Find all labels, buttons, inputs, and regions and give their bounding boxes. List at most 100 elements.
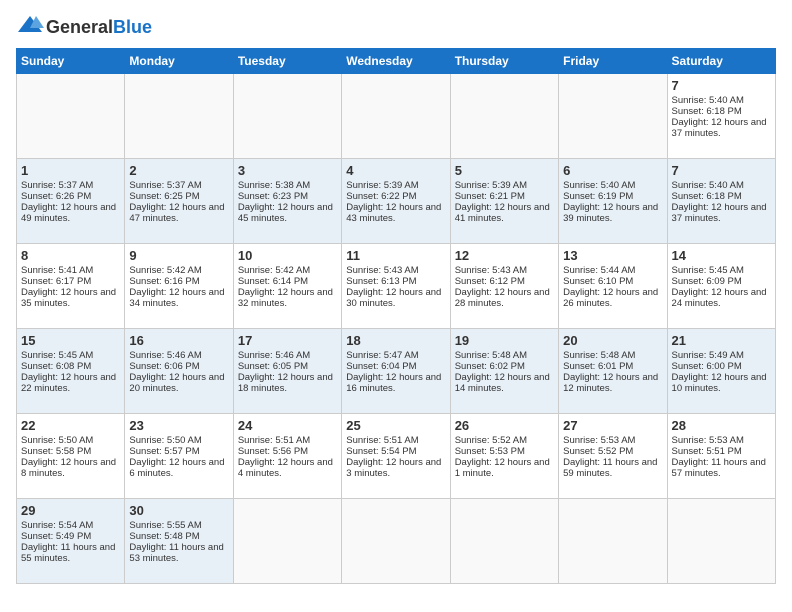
sunrise-text: Sunrise: 5:53 AM <box>563 435 662 446</box>
daylight-text: Daylight: 12 hours and 41 minutes. <box>455 202 554 224</box>
day-number: 28 <box>672 418 771 433</box>
calendar-cell <box>450 499 558 584</box>
day-number: 2 <box>129 163 228 178</box>
sunset-text: Sunset: 6:18 PM <box>672 106 771 117</box>
sunrise-text: Sunrise: 5:46 AM <box>129 350 228 361</box>
sunrise-text: Sunrise: 5:42 AM <box>129 265 228 276</box>
sunrise-text: Sunrise: 5:41 AM <box>21 265 120 276</box>
sunrise-text: Sunrise: 5:45 AM <box>672 265 771 276</box>
calendar-cell: 27Sunrise: 5:53 AMSunset: 5:52 PMDayligh… <box>559 414 667 499</box>
calendar-table: SundayMondayTuesdayWednesdayThursdayFrid… <box>16 48 776 584</box>
sunset-text: Sunset: 6:09 PM <box>672 276 771 287</box>
daylight-text: Daylight: 12 hours and 30 minutes. <box>346 287 445 309</box>
day-number: 18 <box>346 333 445 348</box>
calendar-cell: 29Sunrise: 5:54 AMSunset: 5:49 PMDayligh… <box>17 499 125 584</box>
daylight-text: Daylight: 12 hours and 26 minutes. <box>563 287 662 309</box>
sunset-text: Sunset: 6:23 PM <box>238 191 337 202</box>
sunset-text: Sunset: 6:14 PM <box>238 276 337 287</box>
sunset-text: Sunset: 6:00 PM <box>672 361 771 372</box>
calendar-cell: 12Sunrise: 5:43 AMSunset: 6:12 PMDayligh… <box>450 244 558 329</box>
day-number: 8 <box>21 248 120 263</box>
calendar-cell: 18Sunrise: 5:47 AMSunset: 6:04 PMDayligh… <box>342 329 450 414</box>
col-header-sunday: Sunday <box>17 49 125 74</box>
sunset-text: Sunset: 6:16 PM <box>129 276 228 287</box>
col-header-saturday: Saturday <box>667 49 775 74</box>
calendar-cell: 28Sunrise: 5:53 AMSunset: 5:51 PMDayligh… <box>667 414 775 499</box>
daylight-text: Daylight: 12 hours and 32 minutes. <box>238 287 337 309</box>
day-number: 1 <box>21 163 120 178</box>
daylight-text: Daylight: 12 hours and 6 minutes. <box>129 457 228 479</box>
calendar-cell: 1Sunrise: 5:37 AMSunset: 6:26 PMDaylight… <box>17 159 125 244</box>
calendar-cell <box>450 74 558 159</box>
col-header-monday: Monday <box>125 49 233 74</box>
sunset-text: Sunset: 5:49 PM <box>21 531 120 542</box>
logo-text: GeneralBlue <box>46 17 152 38</box>
calendar-cell <box>342 499 450 584</box>
day-number: 21 <box>672 333 771 348</box>
calendar-cell: 25Sunrise: 5:51 AMSunset: 5:54 PMDayligh… <box>342 414 450 499</box>
sunset-text: Sunset: 5:57 PM <box>129 446 228 457</box>
sunset-text: Sunset: 6:08 PM <box>21 361 120 372</box>
calendar-cell: 9Sunrise: 5:42 AMSunset: 6:16 PMDaylight… <box>125 244 233 329</box>
daylight-text: Daylight: 12 hours and 49 minutes. <box>21 202 120 224</box>
sunrise-text: Sunrise: 5:51 AM <box>238 435 337 446</box>
day-number: 13 <box>563 248 662 263</box>
daylight-text: Daylight: 12 hours and 22 minutes. <box>21 372 120 394</box>
calendar-cell: 22Sunrise: 5:50 AMSunset: 5:58 PMDayligh… <box>17 414 125 499</box>
header: GeneralBlue <box>16 16 776 38</box>
sunrise-text: Sunrise: 5:48 AM <box>563 350 662 361</box>
calendar-cell: 24Sunrise: 5:51 AMSunset: 5:56 PMDayligh… <box>233 414 341 499</box>
daylight-text: Daylight: 12 hours and 45 minutes. <box>238 202 337 224</box>
day-number: 7 <box>672 163 771 178</box>
calendar-cell <box>667 499 775 584</box>
daylight-text: Daylight: 12 hours and 10 minutes. <box>672 372 771 394</box>
day-number: 7 <box>672 78 771 93</box>
calendar-cell <box>17 74 125 159</box>
sunset-text: Sunset: 6:22 PM <box>346 191 445 202</box>
sunrise-text: Sunrise: 5:40 AM <box>672 95 771 106</box>
sunset-text: Sunset: 6:19 PM <box>563 191 662 202</box>
calendar-cell: 26Sunrise: 5:52 AMSunset: 5:53 PMDayligh… <box>450 414 558 499</box>
day-number: 17 <box>238 333 337 348</box>
day-number: 26 <box>455 418 554 433</box>
daylight-text: Daylight: 12 hours and 1 minute. <box>455 457 554 479</box>
sunrise-text: Sunrise: 5:50 AM <box>129 435 228 446</box>
daylight-text: Daylight: 11 hours and 59 minutes. <box>563 457 662 479</box>
daylight-text: Daylight: 12 hours and 24 minutes. <box>672 287 771 309</box>
calendar-cell: 10Sunrise: 5:42 AMSunset: 6:14 PMDayligh… <box>233 244 341 329</box>
sunset-text: Sunset: 6:10 PM <box>563 276 662 287</box>
day-number: 14 <box>672 248 771 263</box>
calendar-cell <box>559 499 667 584</box>
day-number: 5 <box>455 163 554 178</box>
calendar-cell <box>233 74 341 159</box>
day-number: 19 <box>455 333 554 348</box>
sunrise-text: Sunrise: 5:43 AM <box>346 265 445 276</box>
daylight-text: Daylight: 12 hours and 3 minutes. <box>346 457 445 479</box>
calendar-cell: 11Sunrise: 5:43 AMSunset: 6:13 PMDayligh… <box>342 244 450 329</box>
day-number: 22 <box>21 418 120 433</box>
daylight-text: Daylight: 12 hours and 28 minutes. <box>455 287 554 309</box>
sunrise-text: Sunrise: 5:40 AM <box>563 180 662 191</box>
sunrise-text: Sunrise: 5:46 AM <box>238 350 337 361</box>
logo: GeneralBlue <box>16 16 152 38</box>
day-number: 6 <box>563 163 662 178</box>
sunset-text: Sunset: 5:53 PM <box>455 446 554 457</box>
sunrise-text: Sunrise: 5:49 AM <box>672 350 771 361</box>
sunrise-text: Sunrise: 5:44 AM <box>563 265 662 276</box>
sunset-text: Sunset: 6:17 PM <box>21 276 120 287</box>
sunrise-text: Sunrise: 5:37 AM <box>21 180 120 191</box>
calendar-cell: 5Sunrise: 5:39 AMSunset: 6:21 PMDaylight… <box>450 159 558 244</box>
daylight-text: Daylight: 12 hours and 14 minutes. <box>455 372 554 394</box>
daylight-text: Daylight: 11 hours and 55 minutes. <box>21 542 120 564</box>
day-number: 25 <box>346 418 445 433</box>
daylight-text: Daylight: 12 hours and 16 minutes. <box>346 372 445 394</box>
calendar-header-row: SundayMondayTuesdayWednesdayThursdayFrid… <box>17 49 776 74</box>
sunrise-text: Sunrise: 5:50 AM <box>21 435 120 446</box>
sunrise-text: Sunrise: 5:40 AM <box>672 180 771 191</box>
day-number: 3 <box>238 163 337 178</box>
calendar-cell: 20Sunrise: 5:48 AMSunset: 6:01 PMDayligh… <box>559 329 667 414</box>
col-header-wednesday: Wednesday <box>342 49 450 74</box>
day-number: 24 <box>238 418 337 433</box>
calendar-cell: 7Sunrise: 5:40 AMSunset: 6:18 PMDaylight… <box>667 159 775 244</box>
day-number: 29 <box>21 503 120 518</box>
